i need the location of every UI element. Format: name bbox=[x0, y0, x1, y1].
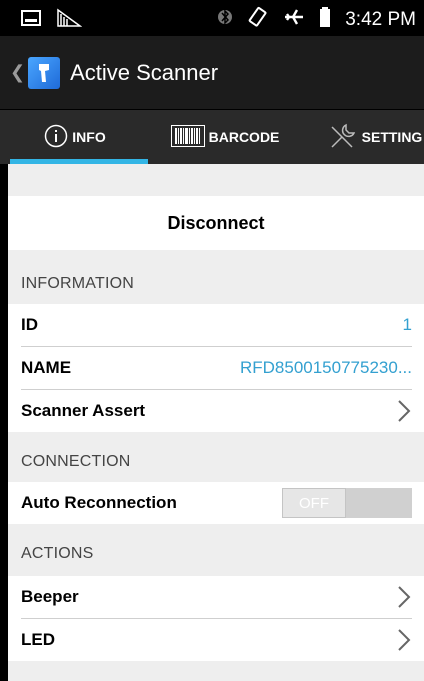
tab-setting-label: SETTING bbox=[361, 129, 423, 145]
app-title: Active Scanner bbox=[70, 59, 219, 85]
info-content: Disconnect INFORMATION ID 1 NAME RFD8500… bbox=[8, 164, 424, 681]
connection-section-header: CONNECTION bbox=[21, 453, 131, 470]
toggle-knob: OFF bbox=[282, 488, 346, 518]
signal-notification-icon bbox=[56, 8, 83, 33]
scanner-app-icon[interactable] bbox=[28, 56, 61, 89]
tab-barcode[interactable]: BARCODE bbox=[150, 110, 300, 164]
tab-barcode-label: BARCODE bbox=[208, 129, 280, 145]
chevron-right-icon bbox=[398, 586, 411, 608]
disconnect-button[interactable]: Disconnect bbox=[8, 196, 424, 250]
id-label: ID bbox=[21, 315, 38, 334]
tab-bar: INFO BARCODE SETTING bbox=[0, 110, 424, 164]
name-value: RFD8500150775230... bbox=[239, 358, 412, 377]
chevron-right-icon bbox=[398, 400, 411, 422]
status-bar: 3:42 PM bbox=[0, 0, 424, 36]
info-icon bbox=[44, 124, 68, 151]
connection-group: Auto Reconnection OFF bbox=[8, 482, 424, 524]
auto-reconnection-label: Auto Reconnection bbox=[21, 493, 177, 512]
id-value: 1 bbox=[402, 315, 412, 334]
auto-reconnection-row: Auto Reconnection OFF bbox=[8, 482, 424, 524]
tab-info-label: INFO bbox=[72, 129, 106, 145]
name-label: NAME bbox=[21, 358, 72, 377]
action-bar: ❮ Active Scanner bbox=[0, 36, 424, 110]
chevron-right-icon bbox=[398, 629, 411, 651]
beeper-row[interactable]: Beeper bbox=[8, 576, 424, 618]
name-row: NAME RFD8500150775230... bbox=[8, 347, 424, 389]
airplane-mode-icon bbox=[283, 6, 305, 33]
scanner-assert-row[interactable]: Scanner Assert bbox=[8, 390, 424, 432]
id-row: ID 1 bbox=[8, 304, 424, 346]
battery-icon bbox=[319, 6, 331, 33]
wrench-icon bbox=[328, 121, 358, 154]
auto-reconnection-toggle[interactable]: OFF bbox=[282, 488, 412, 518]
information-group: ID 1 NAME RFD8500150775230... Scanner As… bbox=[8, 304, 424, 432]
tab-setting[interactable]: SETTING bbox=[300, 110, 424, 164]
clock: 3:42 PM bbox=[345, 8, 416, 30]
beeper-label: Beeper bbox=[21, 587, 79, 606]
bluetooth-icon bbox=[217, 6, 233, 33]
actions-section-header: ACTIONS bbox=[21, 545, 94, 562]
rotation-lock-icon bbox=[247, 6, 269, 33]
actions-group: Beeper LED bbox=[8, 576, 424, 661]
gallery-notification-icon bbox=[20, 8, 42, 33]
led-label: LED bbox=[21, 630, 55, 649]
back-chevron-icon[interactable]: ❮ bbox=[10, 62, 25, 83]
barcode-icon bbox=[170, 124, 205, 150]
information-section-header: INFORMATION bbox=[21, 275, 135, 292]
scanner-assert-label: Scanner Assert bbox=[21, 401, 146, 420]
tab-info[interactable]: INFO bbox=[0, 110, 150, 164]
led-row[interactable]: LED bbox=[8, 619, 424, 661]
